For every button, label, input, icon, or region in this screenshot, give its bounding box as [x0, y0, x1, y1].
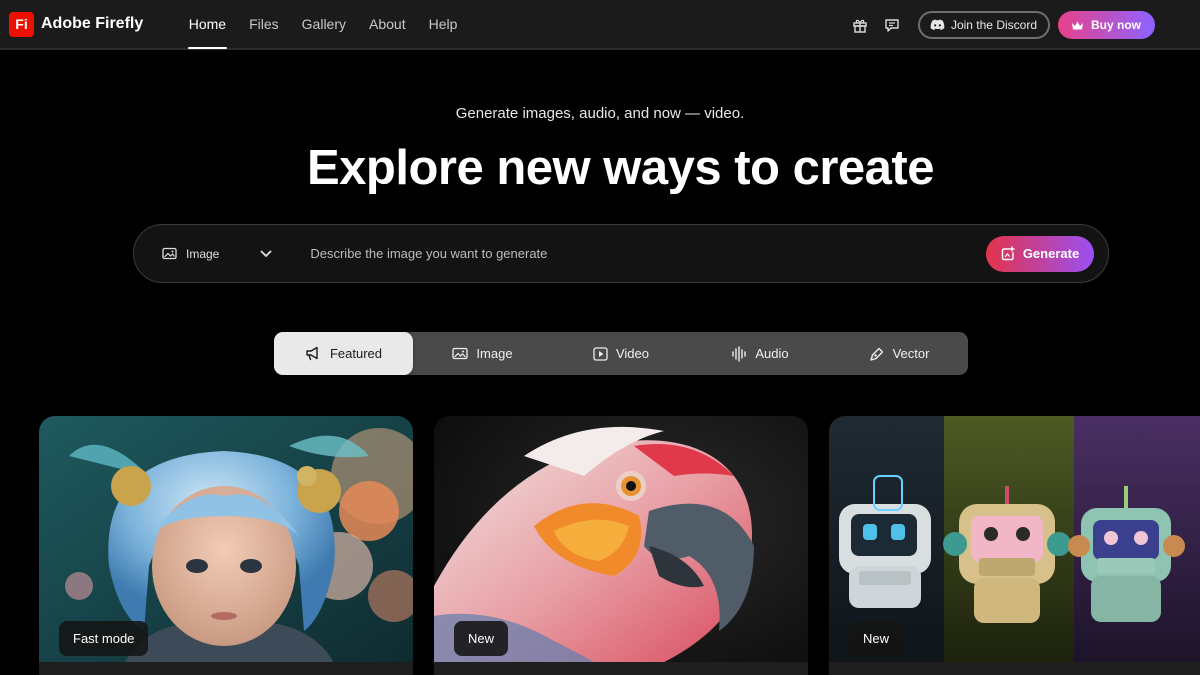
nav-item-gallery[interactable]: Gallery [290, 0, 357, 49]
tab-vector[interactable]: Vector [830, 332, 968, 375]
nav-item-help[interactable]: Help [417, 0, 469, 49]
card-footer [829, 662, 1200, 675]
tab-image-label: Image [476, 346, 513, 361]
tab-image[interactable]: Image [413, 332, 552, 375]
discord-label: Join the Discord [950, 18, 1037, 32]
top-navigation-bar: Fi Adobe Firefly Home Files Gallery Abou… [0, 0, 1200, 50]
brand[interactable]: Fi Adobe Firefly [9, 11, 144, 37]
tab-audio-label: Audio [755, 346, 789, 361]
nav-item-files[interactable]: Files [238, 0, 291, 49]
category-tabs: Featured Image Video Audio Vector [274, 332, 968, 375]
card-footer [39, 662, 413, 675]
generate-sparkle-icon [1001, 246, 1015, 261]
card-badge-new: New [454, 621, 509, 656]
card-badge-fast-mode: Fast mode [59, 621, 149, 656]
generation-mode-label: Image [186, 246, 220, 261]
chat-bubble-icon[interactable] [880, 13, 904, 37]
top-actions: Join the Discord Buy now [848, 0, 1200, 50]
discord-icon [930, 19, 945, 31]
image-icon [452, 347, 469, 360]
play-icon [593, 346, 608, 361]
hero-subtitle: Generate images, audio, and now — video. [455, 105, 745, 122]
tab-featured[interactable]: Featured [274, 332, 413, 375]
crown-icon [1072, 21, 1083, 29]
chevron-down-icon [260, 250, 272, 257]
buy-now-label: Buy now [1091, 18, 1141, 32]
featured-card-portrait[interactable]: Fast mode [39, 416, 413, 675]
card-badge-new: New [849, 621, 904, 656]
app-name: Adobe Firefly [41, 15, 144, 32]
tab-video[interactable]: Video [552, 332, 690, 375]
card-footer [434, 662, 808, 675]
buy-now-button[interactable]: Buy now [1058, 11, 1155, 39]
generation-mode-dropdown[interactable]: Image [162, 247, 272, 261]
featured-card-parrot[interactable]: New [434, 416, 808, 675]
image-icon [162, 247, 177, 260]
tab-audio[interactable]: Audio [690, 332, 830, 375]
nav-item-home[interactable]: Home [177, 0, 237, 49]
generate-button[interactable]: Generate [986, 235, 1094, 272]
tab-featured-label: Featured [329, 346, 383, 361]
featured-card-robots[interactable]: New [829, 416, 1200, 675]
join-discord-button[interactable]: Join the Discord [917, 11, 1050, 39]
main-nav: Home Files Gallery About Help [177, 0, 469, 49]
generate-label: Generate [1022, 246, 1080, 261]
megaphone-icon [306, 346, 318, 361]
pen-icon [869, 347, 883, 361]
gift-icon[interactable] [848, 13, 872, 37]
hero-headline: Explore new ways to create [307, 141, 935, 195]
nav-item-about[interactable]: About [358, 0, 418, 49]
prompt-bar: Image Generate [133, 224, 1109, 283]
tab-vector-label: Vector [892, 346, 930, 361]
prompt-input[interactable] [310, 246, 986, 261]
waveform-icon [732, 345, 747, 362]
firefly-logo: Fi [9, 11, 34, 37]
tab-video-label: Video [615, 346, 649, 361]
